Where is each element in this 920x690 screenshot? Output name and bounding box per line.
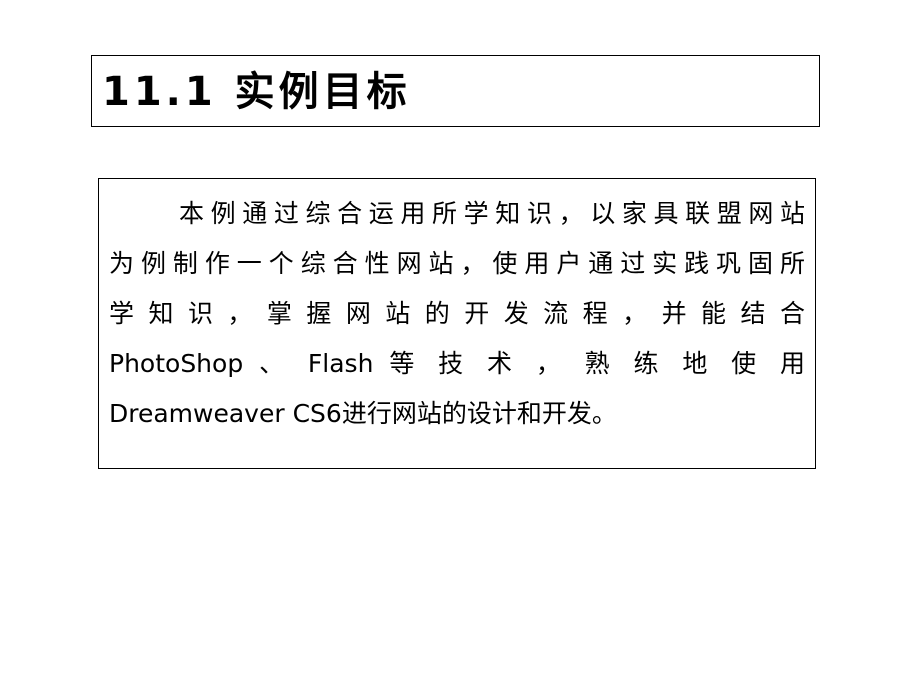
- body-line: 学 知 识 ， 掌 握 网 站 的 开 发 流 程 ， 并 能 结 合: [109, 299, 805, 328]
- body-box: 本例通过综合运用所学知识，以家具联盟网站 为例制作一个综合性网站，使用户通过实践…: [98, 178, 816, 469]
- body-line: 本例通过综合运用所学知识，以家具联盟网站: [179, 199, 805, 228]
- body-paragraph: 本例通过综合运用所学知识，以家具联盟网站 为例制作一个综合性网站，使用户通过实践…: [109, 189, 805, 439]
- title-box: 11.1 实例目标: [91, 55, 820, 127]
- body-line: 为例制作一个综合性网站，使用户通过实践巩固所: [109, 249, 805, 278]
- body-line: Dreamweaver CS6进行网站的设计和开发。: [109, 399, 617, 428]
- body-line: PhotoShop 、 Flash 等 技 术 ， 熟 练 地 使 用: [109, 349, 805, 378]
- slide-title: 11.1 实例目标: [102, 69, 411, 115]
